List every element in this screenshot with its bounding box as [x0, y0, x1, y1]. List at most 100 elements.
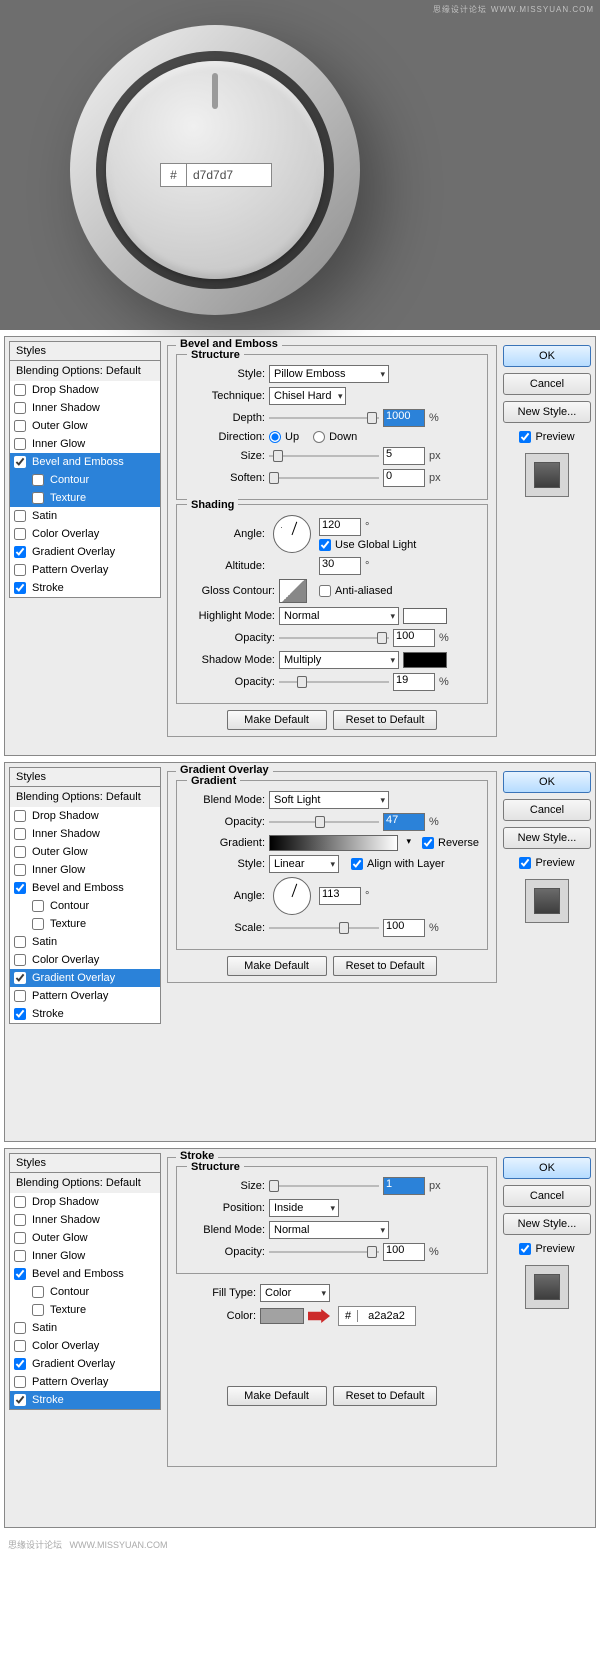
direction-down-radio[interactable] — [313, 431, 325, 443]
style-item-stroke[interactable]: Stroke — [10, 1005, 160, 1023]
align-layer-checkbox[interactable] — [351, 858, 363, 870]
style-item-contour[interactable]: Contour — [10, 471, 160, 489]
style-checkbox[interactable] — [14, 1196, 26, 1208]
style-checkbox[interactable] — [32, 492, 44, 504]
style-item-satin[interactable]: Satin — [10, 507, 160, 525]
technique-select[interactable]: Chisel Hard — [269, 387, 346, 405]
grad-angle-input[interactable]: 113 — [319, 887, 361, 905]
direction-up-radio[interactable] — [269, 431, 281, 443]
new-style-button[interactable]: New Style... — [503, 1213, 591, 1235]
blending-options[interactable]: Blending Options: Default — [9, 787, 161, 807]
style-item-texture[interactable]: Texture — [10, 915, 160, 933]
style-item-texture[interactable]: Texture — [10, 489, 160, 507]
style-item-color-overlay[interactable]: Color Overlay — [10, 525, 160, 543]
style-checkbox[interactable] — [14, 1008, 26, 1020]
grad-style-select[interactable]: Linear — [269, 855, 339, 873]
soften-slider[interactable] — [269, 470, 379, 486]
style-checkbox[interactable] — [14, 846, 26, 858]
global-light-checkbox[interactable] — [319, 539, 331, 551]
new-style-button[interactable]: New Style... — [503, 827, 591, 849]
style-checkbox[interactable] — [14, 828, 26, 840]
size-input[interactable]: 5 — [383, 447, 425, 465]
ok-button[interactable]: OK — [503, 345, 591, 367]
stroke-color-swatch[interactable] — [260, 1308, 304, 1324]
style-checkbox[interactable] — [14, 1268, 26, 1280]
style-item-bevel-and-emboss[interactable]: Bevel and Emboss — [10, 453, 160, 471]
style-checkbox[interactable] — [14, 1376, 26, 1388]
style-item-inner-shadow[interactable]: Inner Shadow — [10, 399, 160, 417]
style-checkbox[interactable] — [14, 1358, 26, 1370]
reset-default-button[interactable]: Reset to Default — [333, 1386, 438, 1406]
style-checkbox[interactable] — [32, 1304, 44, 1316]
style-checkbox[interactable] — [14, 1232, 26, 1244]
style-checkbox[interactable] — [14, 420, 26, 432]
style-checkbox[interactable] — [32, 1286, 44, 1298]
stroke-opacity-slider[interactable] — [269, 1244, 379, 1260]
highlight-mode-select[interactable]: Normal — [279, 607, 399, 625]
style-item-stroke[interactable]: Stroke — [10, 579, 160, 597]
style-item-gradient-overlay[interactable]: Gradient Overlay — [10, 543, 160, 561]
style-item-bevel-and-emboss[interactable]: Bevel and Emboss — [10, 1265, 160, 1283]
style-item-contour[interactable]: Contour — [10, 1283, 160, 1301]
style-checkbox[interactable] — [14, 882, 26, 894]
style-item-outer-glow[interactable]: Outer Glow — [10, 843, 160, 861]
style-item-texture[interactable]: Texture — [10, 1301, 160, 1319]
style-checkbox[interactable] — [14, 1214, 26, 1226]
opacity-input[interactable]: 47 — [383, 813, 425, 831]
depth-slider[interactable] — [269, 410, 379, 426]
blending-options[interactable]: Blending Options: Default — [9, 1173, 161, 1193]
styles-header[interactable]: Styles — [9, 767, 161, 787]
style-checkbox[interactable] — [14, 1250, 26, 1262]
style-checkbox[interactable] — [32, 474, 44, 486]
fill-type-select[interactable]: Color — [260, 1284, 330, 1302]
style-item-outer-glow[interactable]: Outer Glow — [10, 1229, 160, 1247]
angle-input[interactable]: 120 — [319, 518, 361, 536]
cancel-button[interactable]: Cancel — [503, 1185, 591, 1207]
scale-input[interactable]: 100 — [383, 919, 425, 937]
style-checkbox[interactable] — [14, 528, 26, 540]
ok-button[interactable]: OK — [503, 771, 591, 793]
style-checkbox[interactable] — [14, 990, 26, 1002]
stroke-size-input[interactable]: 1 — [383, 1177, 425, 1195]
soften-input[interactable]: 0 — [383, 469, 425, 487]
stroke-opacity-input[interactable]: 100 — [383, 1243, 425, 1261]
shadow-mode-select[interactable]: Multiply — [279, 651, 399, 669]
style-checkbox[interactable] — [14, 456, 26, 468]
style-checkbox[interactable] — [14, 810, 26, 822]
shadow-opacity-input[interactable]: 19 — [393, 673, 435, 691]
reverse-checkbox[interactable] — [422, 837, 434, 849]
highlight-opacity-input[interactable]: 100 — [393, 629, 435, 647]
style-item-stroke[interactable]: Stroke — [10, 1391, 160, 1409]
style-checkbox[interactable] — [14, 954, 26, 966]
reset-default-button[interactable]: Reset to Default — [333, 956, 438, 976]
grad-angle-dial[interactable] — [273, 877, 311, 915]
blend-mode-select[interactable]: Soft Light — [269, 791, 389, 809]
style-item-pattern-overlay[interactable]: Pattern Overlay — [10, 987, 160, 1005]
style-item-gradient-overlay[interactable]: Gradient Overlay — [10, 969, 160, 987]
styles-header[interactable]: Styles — [9, 1153, 161, 1173]
gloss-contour-swatch[interactable] — [279, 579, 307, 603]
make-default-button[interactable]: Make Default — [227, 1386, 327, 1406]
preview-checkbox[interactable] — [519, 1243, 531, 1255]
style-checkbox[interactable] — [14, 402, 26, 414]
style-item-contour[interactable]: Contour — [10, 897, 160, 915]
shadow-color-swatch[interactable] — [403, 652, 447, 668]
style-item-drop-shadow[interactable]: Drop Shadow — [10, 1193, 160, 1211]
new-style-button[interactable]: New Style... — [503, 401, 591, 423]
style-checkbox[interactable] — [14, 1394, 26, 1406]
style-item-outer-glow[interactable]: Outer Glow — [10, 417, 160, 435]
style-item-inner-glow[interactable]: Inner Glow — [10, 861, 160, 879]
shadow-opacity-slider[interactable] — [279, 674, 389, 690]
altitude-input[interactable]: 30 — [319, 557, 361, 575]
stroke-size-slider[interactable] — [269, 1178, 379, 1194]
style-checkbox[interactable] — [14, 546, 26, 558]
style-item-inner-glow[interactable]: Inner Glow — [10, 1247, 160, 1265]
style-checkbox[interactable] — [14, 972, 26, 984]
style-checkbox[interactable] — [14, 864, 26, 876]
style-checkbox[interactable] — [14, 510, 26, 522]
position-select[interactable]: Inside — [269, 1199, 339, 1217]
blending-options[interactable]: Blending Options: Default — [9, 361, 161, 381]
style-item-gradient-overlay[interactable]: Gradient Overlay — [10, 1355, 160, 1373]
make-default-button[interactable]: Make Default — [227, 710, 327, 730]
style-checkbox[interactable] — [14, 564, 26, 576]
